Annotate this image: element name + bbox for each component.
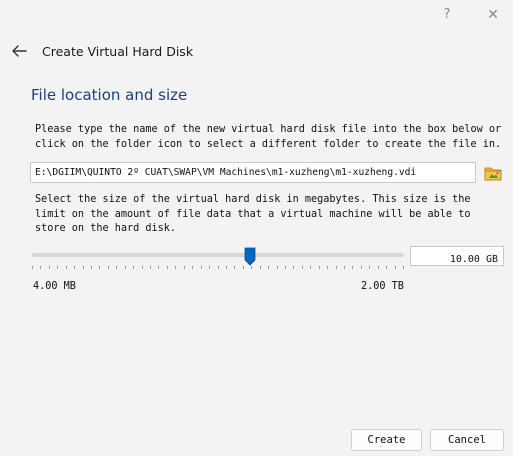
- help-icon: ?: [443, 7, 451, 22]
- slider-tick: [99, 266, 100, 269]
- slider-ticks: [32, 266, 404, 270]
- slider-tick: [209, 266, 210, 269]
- close-icon: ✕: [487, 7, 499, 23]
- slider-tick: [327, 266, 328, 269]
- slider-tick: [40, 266, 41, 269]
- slider-tick: [66, 266, 67, 269]
- slider-tick: [403, 266, 404, 269]
- slider-tick: [310, 266, 311, 269]
- file-path-input[interactable]: E:\DGIIM\QUINTO 2º CUAT\SWAP\VM Machines…: [30, 162, 476, 183]
- slider-tick: [369, 266, 370, 269]
- slider-tick: [184, 266, 185, 269]
- slider-tick: [201, 266, 202, 269]
- slider-tick: [91, 266, 92, 269]
- help-button[interactable]: ?: [424, 0, 470, 30]
- slider-tick: [234, 266, 235, 269]
- slider-tick: [218, 266, 219, 269]
- slider-tick: [192, 266, 193, 269]
- slider-tick: [108, 266, 109, 269]
- slider-tick: [285, 266, 286, 269]
- file-path-value: E:\DGIIM\QUINTO 2º CUAT\SWAP\VM Machines…: [35, 167, 417, 178]
- size-min-label: 4.00 MB: [33, 281, 76, 292]
- slider-tick: [251, 266, 252, 269]
- create-button[interactable]: Create: [351, 429, 422, 451]
- slider-tick: [175, 266, 176, 269]
- slider-tick: [243, 266, 244, 269]
- slider-tick: [336, 266, 337, 269]
- slider-tick: [268, 266, 269, 269]
- page-title: File location and size: [31, 86, 188, 104]
- window-titlebar: ? ✕: [0, 0, 513, 30]
- slider-tick: [226, 266, 227, 269]
- close-button[interactable]: ✕: [470, 0, 513, 30]
- size-value: 10.00 GB: [449, 254, 498, 265]
- slider-tick: [32, 266, 33, 269]
- slider-tick: [116, 266, 117, 269]
- size-max-label: 2.00 TB: [361, 281, 404, 292]
- slider-tick: [133, 266, 134, 269]
- slider-tick: [125, 266, 126, 269]
- wizard-title: Create Virtual Hard Disk: [42, 44, 194, 59]
- slider-tick: [260, 266, 261, 269]
- size-slider[interactable]: [32, 244, 404, 270]
- slider-thumb[interactable]: [244, 247, 256, 266]
- slider-tick: [83, 266, 84, 269]
- slider-tick: [150, 266, 151, 269]
- slider-tick: [386, 266, 387, 269]
- slider-tick: [395, 266, 396, 269]
- slider-tick: [277, 266, 278, 269]
- slider-tick: [352, 266, 353, 269]
- slider-tick: [167, 266, 168, 269]
- wizard-header: Create Virtual Hard Disk: [0, 32, 513, 72]
- slider-tick: [302, 266, 303, 269]
- slider-tick: [158, 266, 159, 269]
- slider-tick: [74, 266, 75, 269]
- slider-tick: [319, 266, 320, 269]
- slider-tick: [378, 266, 379, 269]
- slider-tick: [142, 266, 143, 269]
- cancel-button[interactable]: Cancel: [430, 429, 504, 451]
- slider-tick: [344, 266, 345, 269]
- slider-tick: [57, 266, 58, 269]
- arrow-left-icon[interactable]: [10, 42, 28, 60]
- slider-tick: [361, 266, 362, 269]
- slider-fill: [32, 253, 250, 257]
- slider-tick: [49, 266, 50, 269]
- folder-browse-icon[interactable]: [483, 163, 503, 183]
- size-input[interactable]: 10.00 GB: [410, 246, 504, 266]
- location-description: Please type the name of the new virtual …: [35, 124, 502, 150]
- size-description: Select the size of the virtual hard disk…: [35, 194, 471, 234]
- slider-tick: [293, 266, 294, 269]
